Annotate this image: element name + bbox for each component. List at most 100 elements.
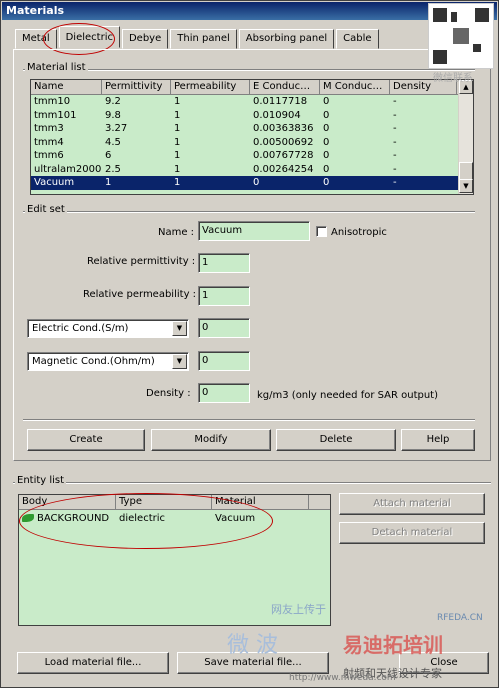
watermark-domain: RFEDA.CN <box>437 613 483 623</box>
watermark-weibo: 微 波 <box>227 633 278 658</box>
cell-permittivity: 9.8 <box>105 109 121 121</box>
table-row-selected[interactable]: Vacuum 1 1 0 0 - <box>31 176 473 190</box>
cell-density: - <box>393 177 397 188</box>
modify-button[interactable]: Modify <box>151 429 271 451</box>
cell-m-conduc: 0 <box>323 96 330 107</box>
cell-permeability: 1 <box>174 177 181 188</box>
material-list-scrollbar[interactable]: ▲ ▼ <box>458 80 473 194</box>
cell-density: - <box>393 136 397 148</box>
cell-permittivity: 3.27 <box>105 123 128 134</box>
watermark-brand: 易迪拓培训 <box>343 633 443 657</box>
material-table-header: Name Permittivity Permeability E Conduc…… <box>31 80 473 95</box>
title-bar: Materials × <box>2 2 497 20</box>
table-row[interactable]: tmm3 3.27 1 0.00363836 0 - <box>31 122 473 136</box>
cell-name: tmm3 <box>34 123 64 134</box>
cell-m-conduc: 0 <box>323 123 330 134</box>
cell-permeability: 1 <box>174 163 181 175</box>
name-label: Name : <box>158 227 195 238</box>
electric-cond-select[interactable]: Electric Cond.(S/m) ▼ <box>27 319 189 338</box>
cell-density: - <box>393 96 397 107</box>
cell-density: - <box>393 163 397 175</box>
relative-permittivity-field[interactable]: 1 <box>198 253 250 273</box>
anisotropic-label: Anisotropic <box>331 227 387 238</box>
cell-density: - <box>393 123 397 134</box>
cell-m-conduc: 0 <box>323 163 330 175</box>
cell-m-conduc: 0 <box>323 136 330 148</box>
density-field[interactable]: 0 <box>198 383 250 403</box>
cell-e-conduc: 0.0117718 <box>253 96 308 107</box>
entity-highlight-circle <box>19 493 273 549</box>
cell-e-conduc: 0.00363836 <box>253 123 314 134</box>
cell-permittivity: 1 <box>105 177 112 188</box>
col-permittivity[interactable]: Permittivity <box>102 80 171 94</box>
material-table[interactable]: Name Permittivity Permeability E Conduc…… <box>30 79 474 195</box>
attach-material-button[interactable]: Attach material <box>339 493 485 515</box>
materials-window: Materials × Metal Dielectric Debye Thin … <box>0 0 499 688</box>
cell-name: tmm4 <box>34 136 64 148</box>
table-row[interactable]: tmm6 6 1 0.00767728 0 - <box>31 149 473 163</box>
col-m-conduc[interactable]: M Conduc… <box>320 80 390 94</box>
delete-button[interactable]: Delete <box>276 429 396 451</box>
magnetic-cond-select-value: Magnetic Cond.(Ohm/m) <box>32 356 155 367</box>
col-name[interactable]: Name <box>31 80 102 94</box>
load-material-file-button[interactable]: Load material file... <box>17 652 169 674</box>
scroll-down-icon[interactable]: ▼ <box>459 179 473 193</box>
cell-permeability: 1 <box>174 150 181 161</box>
cell-permeability: 1 <box>174 123 181 134</box>
relative-permittivity-label: Relative permittivity : <box>87 256 196 267</box>
chevron-down-icon[interactable]: ▼ <box>172 321 187 336</box>
cell-permittivity: 6 <box>105 150 112 161</box>
anisotropic-checkbox[interactable] <box>316 226 327 237</box>
col-e-conduc[interactable]: E Conduc… <box>250 80 320 94</box>
edit-set-bottom-divider <box>23 419 475 421</box>
material-list-title: Material list <box>25 62 88 73</box>
window-title: Materials <box>6 4 65 17</box>
detach-material-button[interactable]: Detach material <box>339 522 485 544</box>
tab-debye[interactable]: Debye <box>121 29 169 49</box>
cell-e-conduc: 0.010904 <box>253 109 301 121</box>
cell-permeability: 1 <box>174 136 181 148</box>
cell-m-conduc: 0 <box>323 109 330 121</box>
density-label: Density : <box>146 388 191 399</box>
col-permeability[interactable]: Permeability <box>171 80 250 94</box>
cell-density: - <box>393 109 397 121</box>
density-unit-label: kg/m3 (only needed for SAR output) <box>257 390 439 401</box>
table-row[interactable]: tmm4 4.5 1 0.00500692 0 - <box>31 136 473 150</box>
qr-code <box>428 3 494 69</box>
table-row[interactable]: ultralam2000 2.5 1 0.00264254 0 - <box>31 163 473 177</box>
watermark-url: http://www.mweda.com <box>289 673 396 683</box>
cell-permeability: 1 <box>174 109 181 121</box>
edit-set-divider <box>23 211 475 213</box>
cell-name: ultralam2000 <box>34 163 102 175</box>
relative-permeability-field[interactable]: 1 <box>198 286 250 306</box>
cell-m-conduc: 0 <box>323 150 330 161</box>
magnetic-cond-select[interactable]: Magnetic Cond.(Ohm/m) ▼ <box>27 352 189 371</box>
cell-name: tmm101 <box>34 109 77 121</box>
watermark-upload: 网友上传于 <box>271 603 326 616</box>
cell-e-conduc: 0.00500692 <box>253 136 314 148</box>
magnetic-cond-field[interactable]: 0 <box>198 351 250 371</box>
entity-list-title: Entity list <box>15 475 67 486</box>
cell-name: tmm6 <box>34 150 64 161</box>
tab-absorbing-panel[interactable]: Absorbing panel <box>238 29 335 49</box>
table-row[interactable]: tmm101 9.8 1 0.010904 0 - <box>31 109 473 123</box>
relative-permeability-label: Relative permeability : <box>83 289 197 300</box>
cell-e-conduc: 0.00767728 <box>253 150 314 161</box>
help-button[interactable]: Help <box>401 429 475 451</box>
chevron-down-icon[interactable]: ▼ <box>172 354 187 369</box>
cell-permittivity: 4.5 <box>105 136 121 148</box>
material-list-divider <box>23 69 475 71</box>
cell-name: tmm10 <box>34 96 71 107</box>
tab-thin-panel[interactable]: Thin panel <box>170 29 237 49</box>
electric-cond-field[interactable]: 0 <box>198 318 250 338</box>
cell-name: Vacuum <box>34 177 75 188</box>
edit-set-title: Edit set <box>25 204 67 215</box>
entity-list-divider <box>13 482 491 484</box>
table-row[interactable]: tmm10 9.2 1 0.0117718 0 - <box>31 95 473 109</box>
cell-permittivity: 2.5 <box>105 163 121 175</box>
create-button[interactable]: Create <box>27 429 145 451</box>
name-field[interactable]: Vacuum <box>198 221 310 241</box>
tab-cable[interactable]: Cable <box>336 29 379 49</box>
cell-e-conduc: 0.00264254 <box>253 163 314 175</box>
electric-cond-select-value: Electric Cond.(S/m) <box>32 323 129 334</box>
